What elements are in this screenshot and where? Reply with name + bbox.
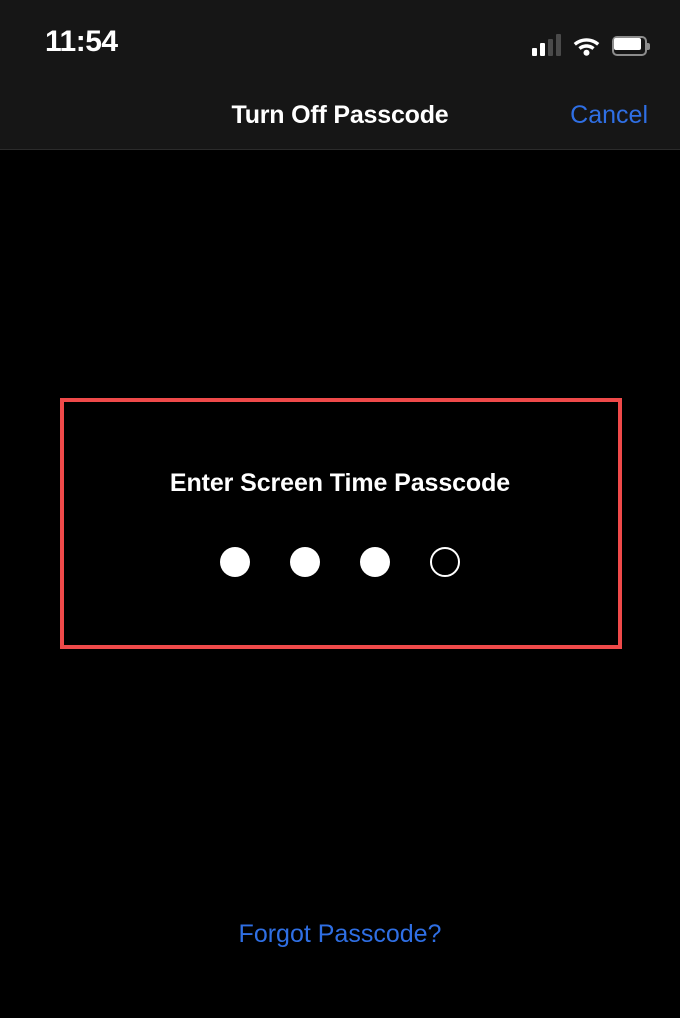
passcode-dot-1 [220, 547, 250, 577]
passcode-dot-4 [430, 547, 460, 577]
battery-cap [647, 43, 650, 50]
forgot-passcode-link[interactable]: Forgot Passcode? [0, 920, 680, 949]
status-bar-icons [532, 28, 650, 56]
wifi-icon [573, 38, 600, 56]
status-bar-time: 11:54 [45, 25, 118, 58]
cellular-signal-icon [532, 34, 561, 56]
status-bar: 11:54 [0, 0, 680, 82]
navigation-bar: Turn Off Passcode Cancel [0, 82, 680, 150]
battery-icon [612, 36, 650, 56]
passcode-entry-screen: Enter Screen Time Passcode Forgot Passco… [0, 151, 680, 1018]
passcode-dot-3 [360, 547, 390, 577]
passcode-prompt: Enter Screen Time Passcode [0, 469, 680, 498]
battery-fill [614, 38, 641, 50]
red-highlight-box [60, 398, 622, 649]
passcode-prompt-title: Enter Screen Time Passcode [169, 469, 511, 497]
passcode-dots[interactable] [0, 547, 680, 577]
passcode-dot-2 [290, 547, 320, 577]
phone-screen: 11:54 Turn Off Passcode Cancel Enter Scr… [0, 0, 680, 1018]
cancel-button[interactable]: Cancel [570, 82, 648, 148]
